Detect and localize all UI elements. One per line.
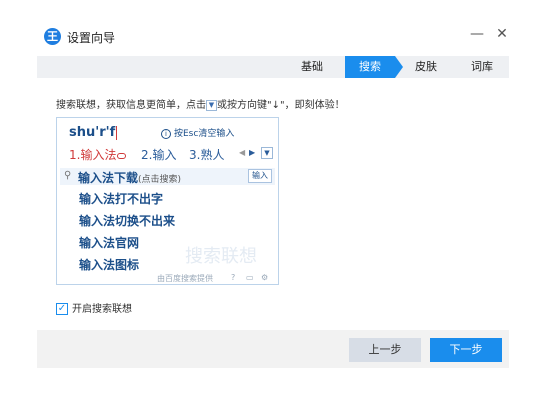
- expand-dropdown-icon: ▼: [261, 147, 273, 159]
- esc-tip: i 按Esc清空输入: [161, 126, 234, 139]
- search-suggestion-row: ⚲ 输入法下载(点击搜索) 输入: [60, 168, 275, 185]
- tab-basic[interactable]: 基础: [289, 56, 335, 78]
- candidate-1-text: 1.输入法: [69, 148, 117, 162]
- ime-demo-preview: shu'r'f i 按Esc清空输入 1.输入法 2.输入 3.熟人 ◀ ▶ ▼ …: [56, 117, 279, 285]
- description-part1: 搜索联想，获取信息更简单，点击: [56, 100, 206, 111]
- tab-skin[interactable]: 皮肤: [403, 56, 449, 78]
- candidate-1: 1.输入法: [69, 146, 127, 163]
- provider-text: 由百度搜索提供: [157, 274, 213, 283]
- tab-search[interactable]: 搜索: [345, 56, 403, 78]
- suggestion-item: 输入法图标: [79, 258, 140, 272]
- close-button[interactable]: ✕: [495, 27, 509, 41]
- window-title: 设置向导: [67, 31, 116, 45]
- candidate-2: 2.输入: [141, 148, 177, 162]
- enable-search-option[interactable]: ✓ 开启搜索联想: [56, 300, 132, 315]
- description-text: 搜索联想，获取信息更简单，点击 ▼ 或按方向键"↓"，即刻体验！: [56, 96, 345, 111]
- app-logo-icon: 王: [44, 28, 61, 45]
- text-caret: [116, 125, 118, 140]
- candidate-row: 1.输入法 2.输入 3.熟人 ◀ ▶ ▼: [69, 146, 274, 164]
- chat-icon: ▭: [246, 273, 254, 282]
- candidate-3: 3.熟人: [189, 148, 225, 162]
- description-part2: 或按方向键"↓"，即刻体验！: [217, 100, 345, 111]
- next-step-button[interactable]: 下一步: [430, 338, 502, 362]
- page-prev-icon: ◀: [239, 148, 246, 157]
- esc-tip-text: 按Esc清空输入: [174, 129, 235, 139]
- search-suggestion-main: 输入法下载(点击搜索): [78, 169, 181, 186]
- suggestion-item: 输入法打不出字: [79, 192, 164, 206]
- title-bar: 王 设置向导 — ✕: [0, 0, 546, 56]
- minimize-button[interactable]: —: [470, 27, 484, 41]
- search-hint: (点击搜索): [138, 175, 182, 185]
- search-icon: ⚲: [64, 170, 72, 181]
- search-main-text: 输入法下载: [78, 171, 139, 185]
- info-icon: i: [161, 129, 171, 139]
- dropdown-arrow-icon: ▼: [206, 99, 217, 111]
- suggestion-item: 输入法切换不出来: [79, 214, 176, 228]
- enable-search-checkbox[interactable]: ✓: [56, 303, 68, 315]
- pinyin-text: shu'r'f: [69, 125, 116, 140]
- suggestion-item: 输入法官网: [79, 236, 140, 250]
- enable-search-label: 开启搜索联想: [72, 304, 132, 315]
- prev-step-button[interactable]: 上一步: [349, 338, 421, 362]
- help-icon: ?: [231, 273, 236, 282]
- tab-dictionary[interactable]: 词库: [459, 56, 505, 78]
- cloud-icon: [117, 152, 127, 159]
- watermark: 搜索联想: [185, 246, 257, 267]
- pinyin-composition: shu'r'f: [69, 125, 118, 140]
- footer-bar: 上一步 下一步: [37, 330, 509, 368]
- page-next-icon: ▶: [249, 148, 256, 157]
- step-tabs: 基础 搜索 皮肤 词库: [37, 56, 509, 78]
- gear-icon: ⚙: [261, 273, 269, 282]
- enter-badge: 输入: [248, 169, 272, 183]
